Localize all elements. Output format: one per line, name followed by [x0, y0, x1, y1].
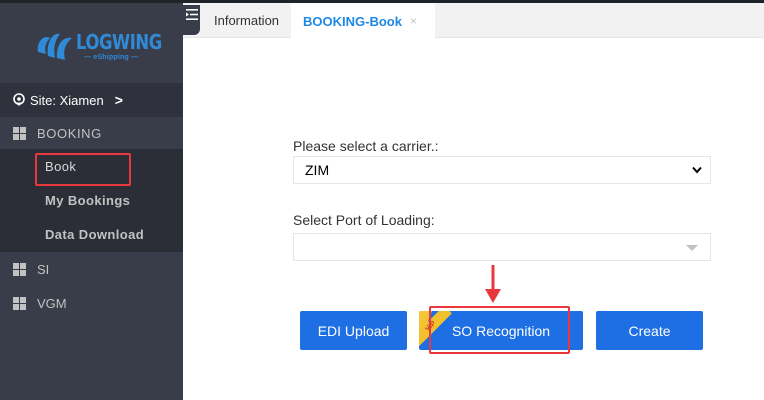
book-highlight-box: [35, 153, 131, 186]
location-pin-icon: [13, 93, 25, 106]
chevron-right-icon: >: [114, 92, 123, 108]
port-of-loading-select[interactable]: [293, 233, 711, 261]
logo-text: LOGWING: [76, 30, 162, 54]
carrier-value: ZIM: [305, 162, 330, 178]
port-of-loading-label: Select Port of Loading:: [293, 212, 435, 228]
close-icon[interactable]: ×: [410, 14, 417, 28]
chevron-down-icon: [692, 166, 702, 174]
nav-si[interactable]: SI: [0, 252, 183, 286]
nav-booking[interactable]: BOOKING: [0, 117, 183, 149]
carrier-label: Please select a carrier.:: [293, 138, 439, 154]
logo: LOGWING — eShipping —: [0, 3, 183, 85]
sidebar: LOGWING — eShipping — Site: Xiamen > BOO…: [0, 3, 183, 400]
create-button[interactable]: Create: [596, 311, 703, 350]
logo-icon: [37, 33, 72, 60]
carrier-select[interactable]: ZIM: [293, 156, 711, 184]
menu-toggle-button[interactable]: [183, 5, 200, 35]
site-selector[interactable]: Site: Xiamen >: [0, 83, 183, 117]
tab-booking-book[interactable]: BOOKING-Book ×: [291, 3, 435, 39]
tab-bar: Information BOOKING-Book ×: [183, 3, 764, 39]
arrow-down-icon: [485, 265, 501, 303]
sidebar-item-my-bookings[interactable]: My Bookings: [0, 183, 183, 217]
grid-icon: [13, 296, 26, 310]
nav-vgm-label: VGM: [37, 295, 67, 311]
nav-si-label: SI: [37, 261, 50, 277]
caret-down-icon: [686, 245, 698, 251]
nav-vgm[interactable]: VGM: [0, 286, 183, 320]
so-recognition-highlight-box: [429, 306, 570, 354]
grid-icon: [13, 262, 26, 276]
grid-icon: [13, 126, 26, 140]
tab-booking-book-label: BOOKING-Book: [303, 13, 402, 29]
sidebar-item-data-download[interactable]: Data Download: [0, 217, 183, 251]
edi-upload-button[interactable]: EDI Upload: [300, 311, 407, 350]
tab-information[interactable]: Information: [214, 3, 279, 38]
menu-collapse-icon: [185, 9, 198, 20]
site-label: Site: Xiamen: [30, 92, 104, 108]
nav-booking-label: BOOKING: [37, 125, 102, 141]
logo-subtitle: — eShipping —: [84, 54, 139, 61]
